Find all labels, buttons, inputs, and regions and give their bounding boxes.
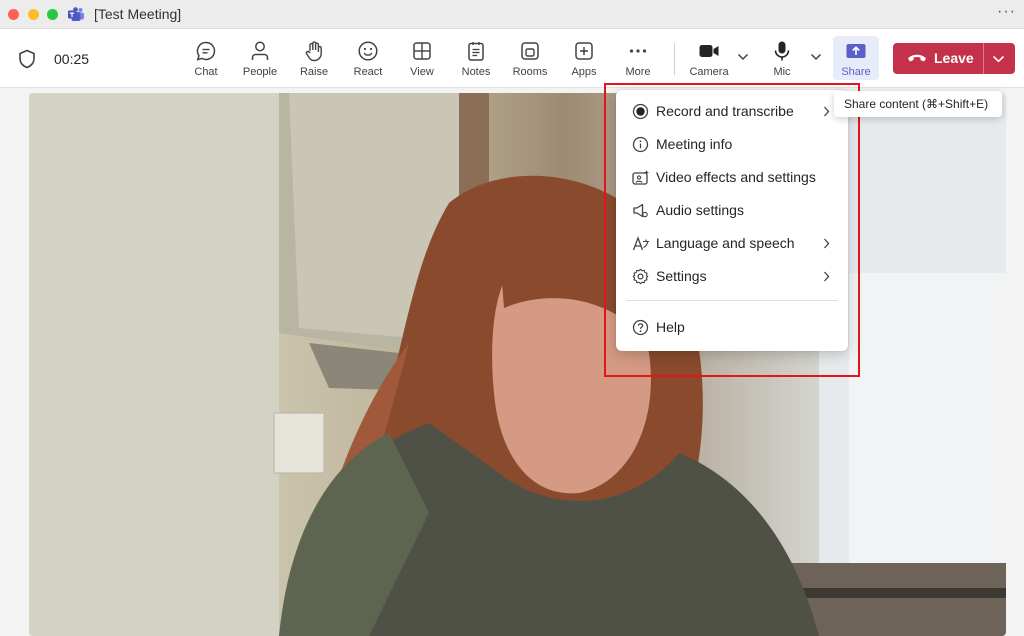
- raise-label: Raise: [299, 66, 329, 78]
- microphone-icon: [774, 41, 790, 61]
- share-tooltip: Share content (⌘+Shift+E): [834, 91, 1002, 117]
- more-dots-icon: [629, 49, 647, 53]
- camera-button[interactable]: Camera: [682, 29, 736, 87]
- window-close-button[interactable]: [8, 9, 19, 20]
- window-titlebar: [Test Meeting] ···: [0, 0, 1024, 29]
- rooms-button[interactable]: Rooms: [503, 29, 557, 87]
- window-maximize-button[interactable]: [47, 9, 58, 20]
- emoji-icon: [358, 41, 378, 61]
- camera-options-chevron-icon[interactable]: [737, 53, 749, 61]
- meeting-timer: 00:25: [54, 51, 90, 67]
- leave-label: Leave: [934, 50, 974, 66]
- rooms-label: Rooms: [512, 66, 548, 78]
- window-title: [Test Meeting]: [94, 6, 182, 22]
- apps-button[interactable]: Apps: [557, 29, 611, 87]
- share-screen-icon: [846, 44, 866, 58]
- react-button[interactable]: React: [341, 29, 395, 87]
- raise-hand-icon: [305, 41, 322, 62]
- apps-label: Apps: [571, 66, 597, 78]
- window-more-icon[interactable]: ···: [997, 3, 1016, 21]
- people-button[interactable]: People: [233, 29, 287, 87]
- chat-label: Chat: [194, 66, 218, 78]
- add-apps-icon: [575, 42, 593, 60]
- mic-options-chevron-icon[interactable]: [810, 53, 822, 61]
- leave-options-chevron-icon[interactable]: [992, 55, 1005, 63]
- react-label: React: [353, 66, 383, 78]
- leave-button[interactable]: Leave: [893, 43, 1015, 74]
- rooms-icon: [521, 42, 539, 60]
- camera-icon: [699, 45, 719, 57]
- meeting-stage: [0, 88, 1024, 636]
- annotation-highlight-box: [604, 83, 860, 377]
- mic-button[interactable]: Mic: [755, 29, 809, 87]
- window-minimize-button[interactable]: [28, 9, 39, 20]
- more-button[interactable]: More: [611, 29, 665, 87]
- share-label: Share: [841, 66, 871, 78]
- notes-label: Notes: [461, 66, 491, 78]
- view-label: View: [410, 66, 434, 78]
- chat-icon: [196, 41, 216, 61]
- meeting-toolbar: 00:25 Chat People Raise React View Notes…: [0, 29, 1024, 88]
- view-button[interactable]: View: [395, 29, 449, 87]
- hang-up-icon: [908, 54, 926, 62]
- share-button[interactable]: Share: [829, 29, 883, 87]
- mic-label: Mic: [773, 66, 791, 78]
- grid-view-icon: [413, 42, 431, 60]
- people-label: People: [242, 66, 278, 78]
- teams-logo-icon: [68, 7, 84, 21]
- chat-button[interactable]: Chat: [179, 29, 233, 87]
- notes-button[interactable]: Notes: [449, 29, 503, 87]
- raise-hand-button[interactable]: Raise: [287, 29, 341, 87]
- notes-icon: [468, 42, 484, 61]
- people-icon: [251, 41, 269, 60]
- leave-divider: [983, 43, 984, 74]
- toolbar-divider: [674, 43, 675, 75]
- camera-label: Camera: [689, 66, 729, 78]
- more-label: More: [625, 66, 651, 78]
- shield-icon[interactable]: [18, 49, 36, 69]
